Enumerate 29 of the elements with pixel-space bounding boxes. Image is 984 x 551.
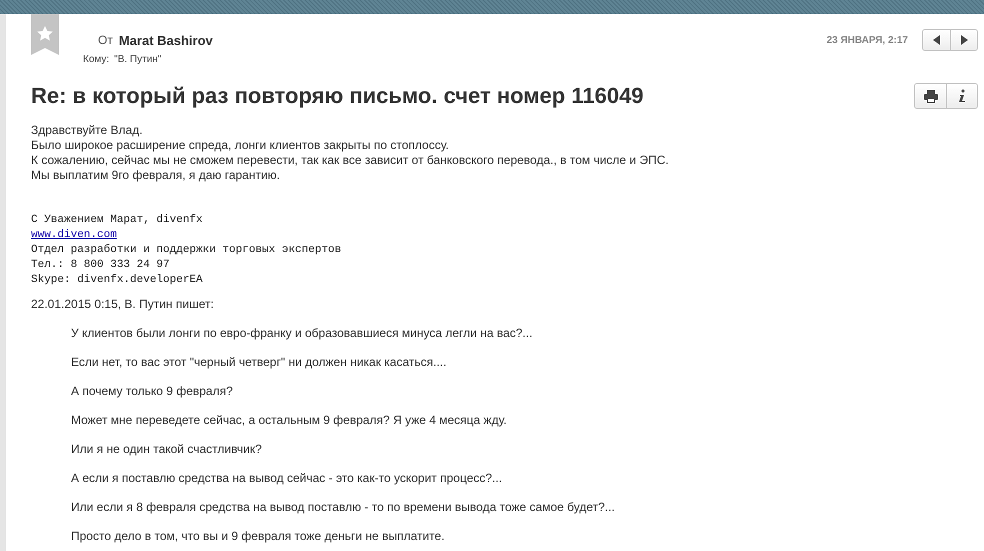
signature-line: С Уважением Марат, divenfx (31, 213, 204, 228)
left-arrow-icon (932, 35, 940, 45)
bookmark-star-icon[interactable] (31, 14, 59, 55)
recipient-name[interactable]: "В. Путин" (114, 54, 162, 65)
quoted-line: Может мне переведете сейчас, а остальным 9 февраля? Я уже 4 месяца жду. (71, 412, 508, 428)
signature-line: Тел.: 8 800 333 24 97 (31, 258, 171, 273)
body-line: Здравствуйте Влад. (31, 123, 144, 138)
body-line: Было широкое расширение спреда, лонги клиентов закрыты по стоплоссу. (31, 138, 450, 153)
message-subject: Re: в который раз повторяю письмо. счет номер 116049 (31, 83, 644, 109)
info-icon (958, 89, 966, 103)
quoted-line: А если я поставлю средства на вывод сейчас - это как-то ускорит процесс?... (71, 470, 504, 486)
quote-header: 22.01.2015 0:15, В. Путин пишет: (31, 297, 215, 312)
signature-line: Skype: divenfx.developerEA (31, 273, 204, 288)
website-link[interactable]: www.diven.com (31, 228, 117, 243)
sender-name[interactable]: Marat Bashirov (118, 32, 213, 48)
quoted-line: Или если я 8 февраля средства на вывод поставлю - то по времени вывода тоже самое будет?... (71, 499, 616, 515)
from-label: От (98, 33, 113, 47)
body-line: К сожалению, сейчас мы не сможем перевести, так как все зависит от банковского перевода., в том числе и ЭПС. (31, 153, 670, 168)
quoted-line: Если нет, то вас этот "черный четверг" ни должен никак касаться.... (71, 354, 448, 370)
quoted-line: Или я не один такой счастливчик? (71, 441, 263, 457)
quoted-line: Просто дело в том, что вы и 9 февраля тоже деньги не выплатите. (71, 528, 446, 544)
body-line: Мы выплатим 9го февраля, я даю гарантию. (31, 168, 282, 183)
quoted-line: А почему только 9 февраля? (71, 383, 234, 399)
message-date: 23 ЯНВАРЯ, 2:17 (826, 34, 908, 46)
printer-icon (924, 90, 938, 102)
to-label: Кому: (83, 54, 110, 65)
signature-line: Отдел разработки и поддержки торговых экспертов (31, 243, 342, 258)
right-arrow-icon (960, 35, 968, 45)
quoted-line: У клиентов были лонги по евро-франку и образовавшиеся минуса легли на вас?... (71, 325, 534, 341)
